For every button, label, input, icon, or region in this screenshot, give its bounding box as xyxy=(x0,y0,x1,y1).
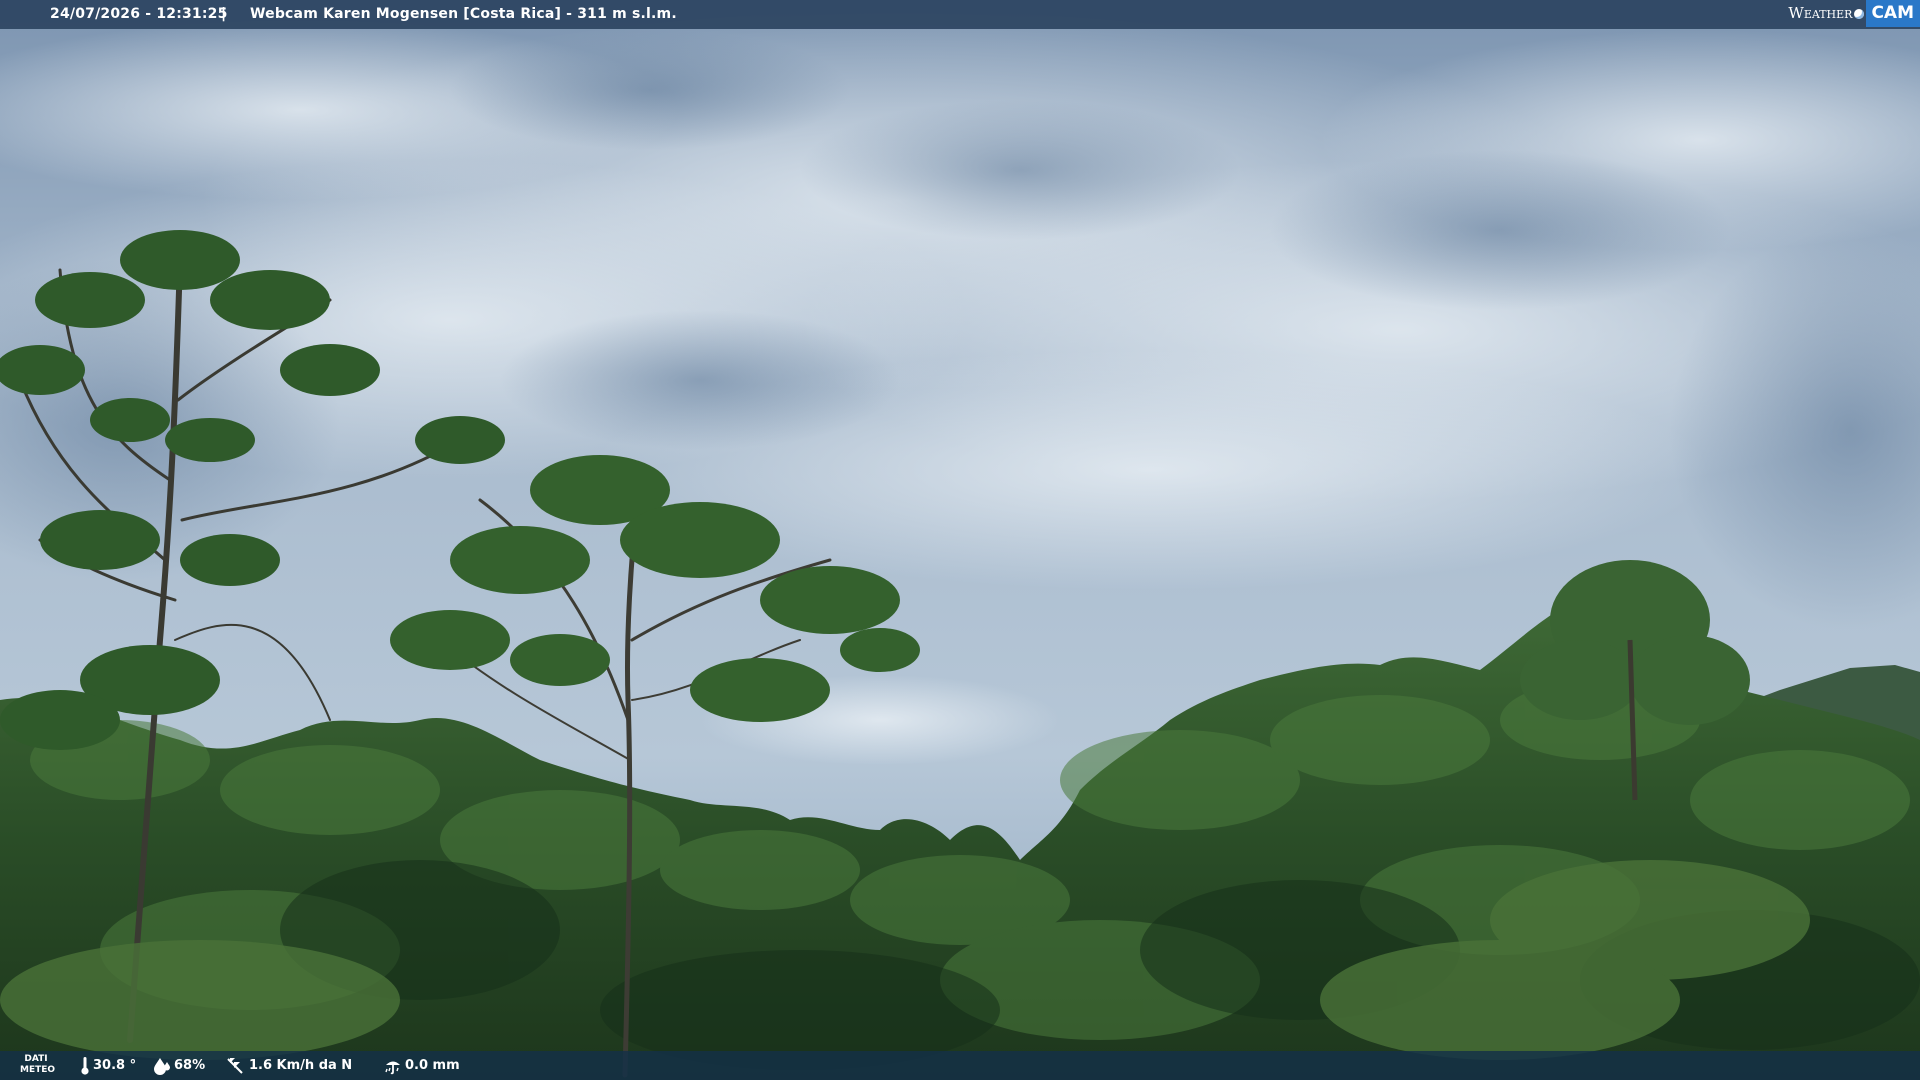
top-info-bar: 24/07/2026 - 12:31:25 | Webcam Karen Mog… xyxy=(0,0,1920,29)
wind-icon xyxy=(227,1057,243,1074)
webcam-image xyxy=(0,0,1920,1080)
wind-reading: 1.6 Km/h da N xyxy=(226,1051,352,1080)
temperature-reading: 30.8 ° xyxy=(80,1051,136,1080)
weathercam-logo: Weather CAM xyxy=(1788,0,1920,27)
separator: | xyxy=(221,6,227,22)
humidity-drop-icon xyxy=(154,1057,170,1075)
weather-data-label: DATI METEO xyxy=(20,1054,56,1076)
logo-dot-icon xyxy=(1854,8,1865,19)
thermometer-icon xyxy=(81,1056,89,1075)
weather-data-bar: DATI METEO 30.8 ° 68% 1.6 Km/h da N 0.0 … xyxy=(0,1051,1920,1080)
webcam-caption: Webcam Karen Mogensen [Costa Rica] - 311… xyxy=(250,6,677,22)
humidity-value: 68% xyxy=(174,1058,206,1073)
logo-word-cam: CAM xyxy=(1866,0,1920,27)
webcam-view: 24/07/2026 - 12:31:25 | Webcam Karen Mog… xyxy=(0,0,1920,1080)
logo-word-weather: Weather xyxy=(1788,4,1853,22)
wind-value: 1.6 Km/h da N xyxy=(249,1058,353,1073)
temperature-value: 30.8 ° xyxy=(93,1058,137,1073)
rain-gauge-icon xyxy=(385,1061,400,1074)
humidity-reading: 68% xyxy=(153,1051,205,1080)
weather-label-line1: DATI xyxy=(24,1054,48,1064)
rain-reading: 0.0 mm xyxy=(384,1051,460,1080)
weather-label-line2: METEO xyxy=(20,1065,56,1075)
datetime-text: 24/07/2026 - 12:31:25 xyxy=(50,6,228,22)
rain-value: 0.0 mm xyxy=(405,1058,460,1073)
